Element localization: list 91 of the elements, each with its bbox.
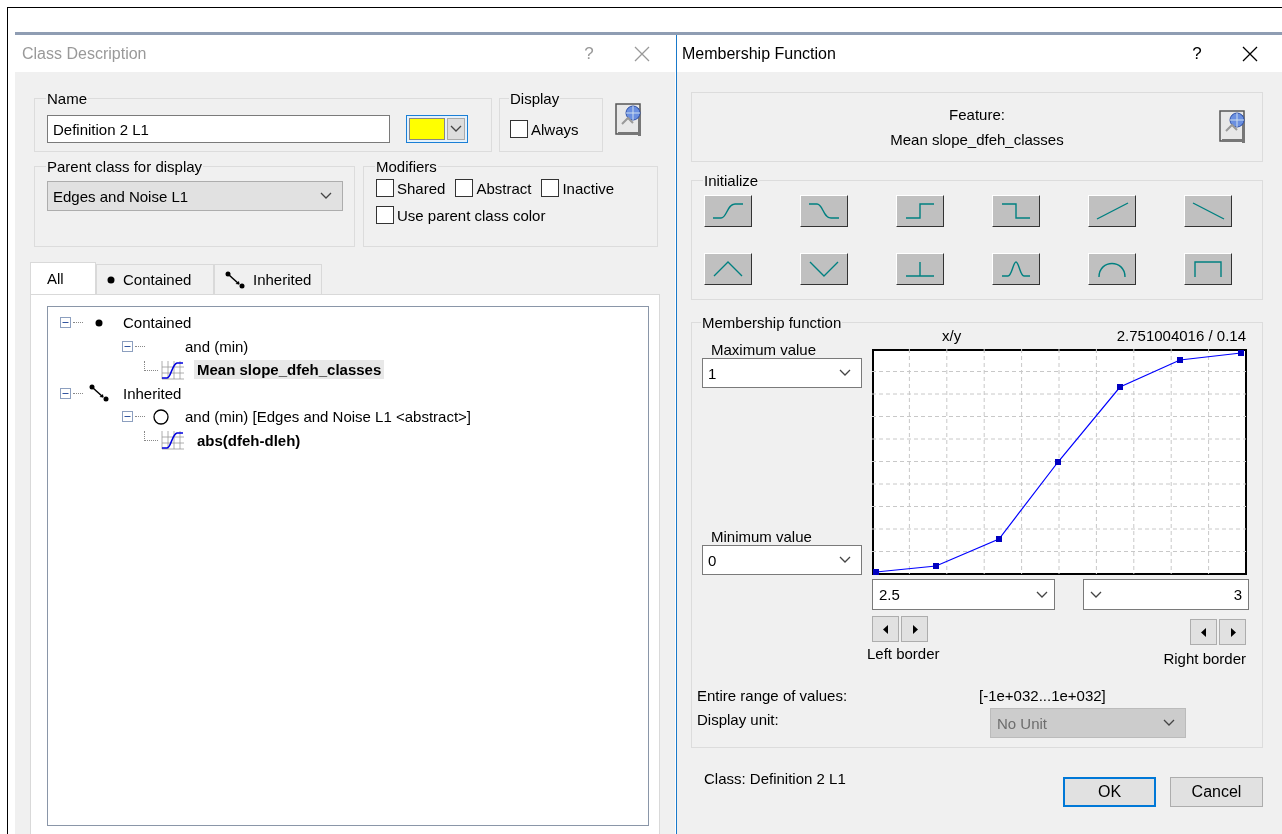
range-label: Entire range of values: [697, 687, 849, 704]
left-triangle-icon [1200, 627, 1207, 637]
right-border-right-button[interactable] [1219, 619, 1246, 645]
chevron-icon [1163, 719, 1175, 727]
checkbox[interactable] [541, 179, 560, 197]
function-shape-button[interactable] [992, 195, 1040, 227]
page-globe-icon[interactable] [1218, 109, 1248, 143]
chevron-icon [839, 556, 851, 564]
group-label: Parent class for display [46, 158, 204, 175]
tree-item[interactable]: Inherited [120, 383, 185, 403]
chevron-icon [1036, 590, 1048, 599]
circle-icon [153, 408, 169, 425]
field-label: Minimum value [711, 528, 813, 545]
checkbox-label: Shared [397, 179, 446, 197]
chart-icon [161, 430, 185, 451]
function-shape-button[interactable] [896, 253, 944, 285]
parent-class-dropdown[interactable]: Edges and Noise L1 [47, 181, 343, 211]
class-text: Class: Definition 2 L1 [704, 770, 846, 787]
function-shape-button[interactable] [1184, 195, 1232, 227]
chevron-icon [320, 192, 332, 200]
right-border-left-button[interactable] [1190, 619, 1217, 645]
range-value: [-1e+032...1e+032] [979, 687, 1106, 704]
color-picker[interactable] [406, 115, 468, 143]
function-shape-button[interactable] [800, 195, 848, 227]
dot-icon [95, 318, 103, 327]
chevron-icon [839, 369, 851, 377]
unit-label: Display unit: [697, 710, 780, 728]
tree-item[interactable]: and (min) [Edges and Noise L1 <abstract>] [182, 407, 474, 427]
checkbox-label: Always [531, 120, 579, 138]
function-shape-button[interactable] [704, 195, 752, 227]
close-icon[interactable] [1242, 45, 1258, 62]
collapse-icon[interactable] [60, 317, 71, 329]
tab[interactable]: Inherited [214, 264, 322, 294]
tab[interactable]: Contained [96, 264, 214, 294]
tree-item[interactable]: abs(dfeh-dleh) [194, 430, 304, 450]
checkbox-label: Abstract [476, 179, 532, 197]
dot-icon [107, 275, 115, 284]
tree-item[interactable]: Mean slope_dfeh_classes [194, 360, 385, 380]
function-shape-button[interactable] [1184, 253, 1232, 285]
group-label: Name [46, 90, 88, 107]
collapse-icon[interactable] [122, 411, 133, 423]
page-globe-icon[interactable] [614, 102, 644, 136]
tree-item[interactable]: and (min) [182, 336, 252, 356]
field-label: Maximum value [711, 341, 818, 358]
checkbox[interactable] [376, 179, 394, 197]
xy-value: 2.751004016 / 0.14 [1116, 327, 1246, 346]
function-shape-button[interactable] [704, 253, 752, 285]
group-label: Initialize [703, 172, 760, 189]
right-triangle-icon [1229, 627, 1236, 637]
collapse-icon[interactable] [122, 340, 133, 352]
collapse-icon[interactable] [60, 387, 71, 399]
function-shape-button[interactable] [1088, 253, 1136, 285]
left-border-right-button[interactable] [901, 616, 928, 642]
help-button[interactable]: ? [1177, 43, 1217, 64]
tab[interactable]: All [30, 262, 96, 294]
checkbox[interactable] [376, 206, 394, 224]
left-border-label: Left border [867, 645, 940, 662]
function-shape-button[interactable] [800, 253, 848, 285]
tree-item[interactable]: Contained [120, 313, 195, 333]
chevron-icon [450, 125, 462, 133]
group-label: Membership function [701, 314, 843, 331]
inheritance-icon [89, 384, 109, 403]
minimum-value-dropdown[interactable]: 0 [702, 545, 862, 575]
name-field[interactable]: Definition 2 L1 [47, 115, 390, 143]
function-shape-button[interactable] [992, 253, 1040, 285]
checkbox[interactable] [510, 120, 528, 138]
inheritance-icon [225, 270, 245, 289]
left-border-dropdown[interactable]: 2.5 [872, 579, 1055, 610]
right-border-dropdown[interactable]: 3 [1083, 579, 1249, 610]
dialog-button[interactable]: Cancel [1170, 777, 1263, 807]
membership-curve-drawing[interactable] [872, 349, 1247, 575]
function-shape-button[interactable] [1088, 195, 1136, 227]
right-border-label: Right border [1163, 650, 1246, 667]
function-shape-button[interactable] [896, 195, 944, 227]
group-label: Modifiers [375, 158, 438, 175]
window-title: Membership Function [682, 44, 837, 63]
feature-name: Mean slope_dfeh_classes [890, 131, 1064, 148]
group-label: Display [509, 90, 561, 107]
chart-icon [161, 359, 185, 380]
feature-label: Feature: [949, 106, 1005, 123]
window-title: Class Description [22, 44, 148, 63]
xy-label: x/y [942, 327, 962, 346]
checkbox-label: Use parent class color [397, 206, 546, 224]
left-border-left-button[interactable] [872, 616, 899, 642]
maximum-value-dropdown[interactable]: 1 [702, 358, 862, 388]
chevron-icon [1090, 590, 1102, 599]
left-triangle-icon [882, 624, 889, 634]
dialog-button[interactable]: OK [1063, 777, 1156, 807]
right-triangle-icon [911, 624, 918, 634]
checkbox-label: Inactive [562, 179, 615, 197]
checkbox[interactable] [455, 179, 474, 197]
